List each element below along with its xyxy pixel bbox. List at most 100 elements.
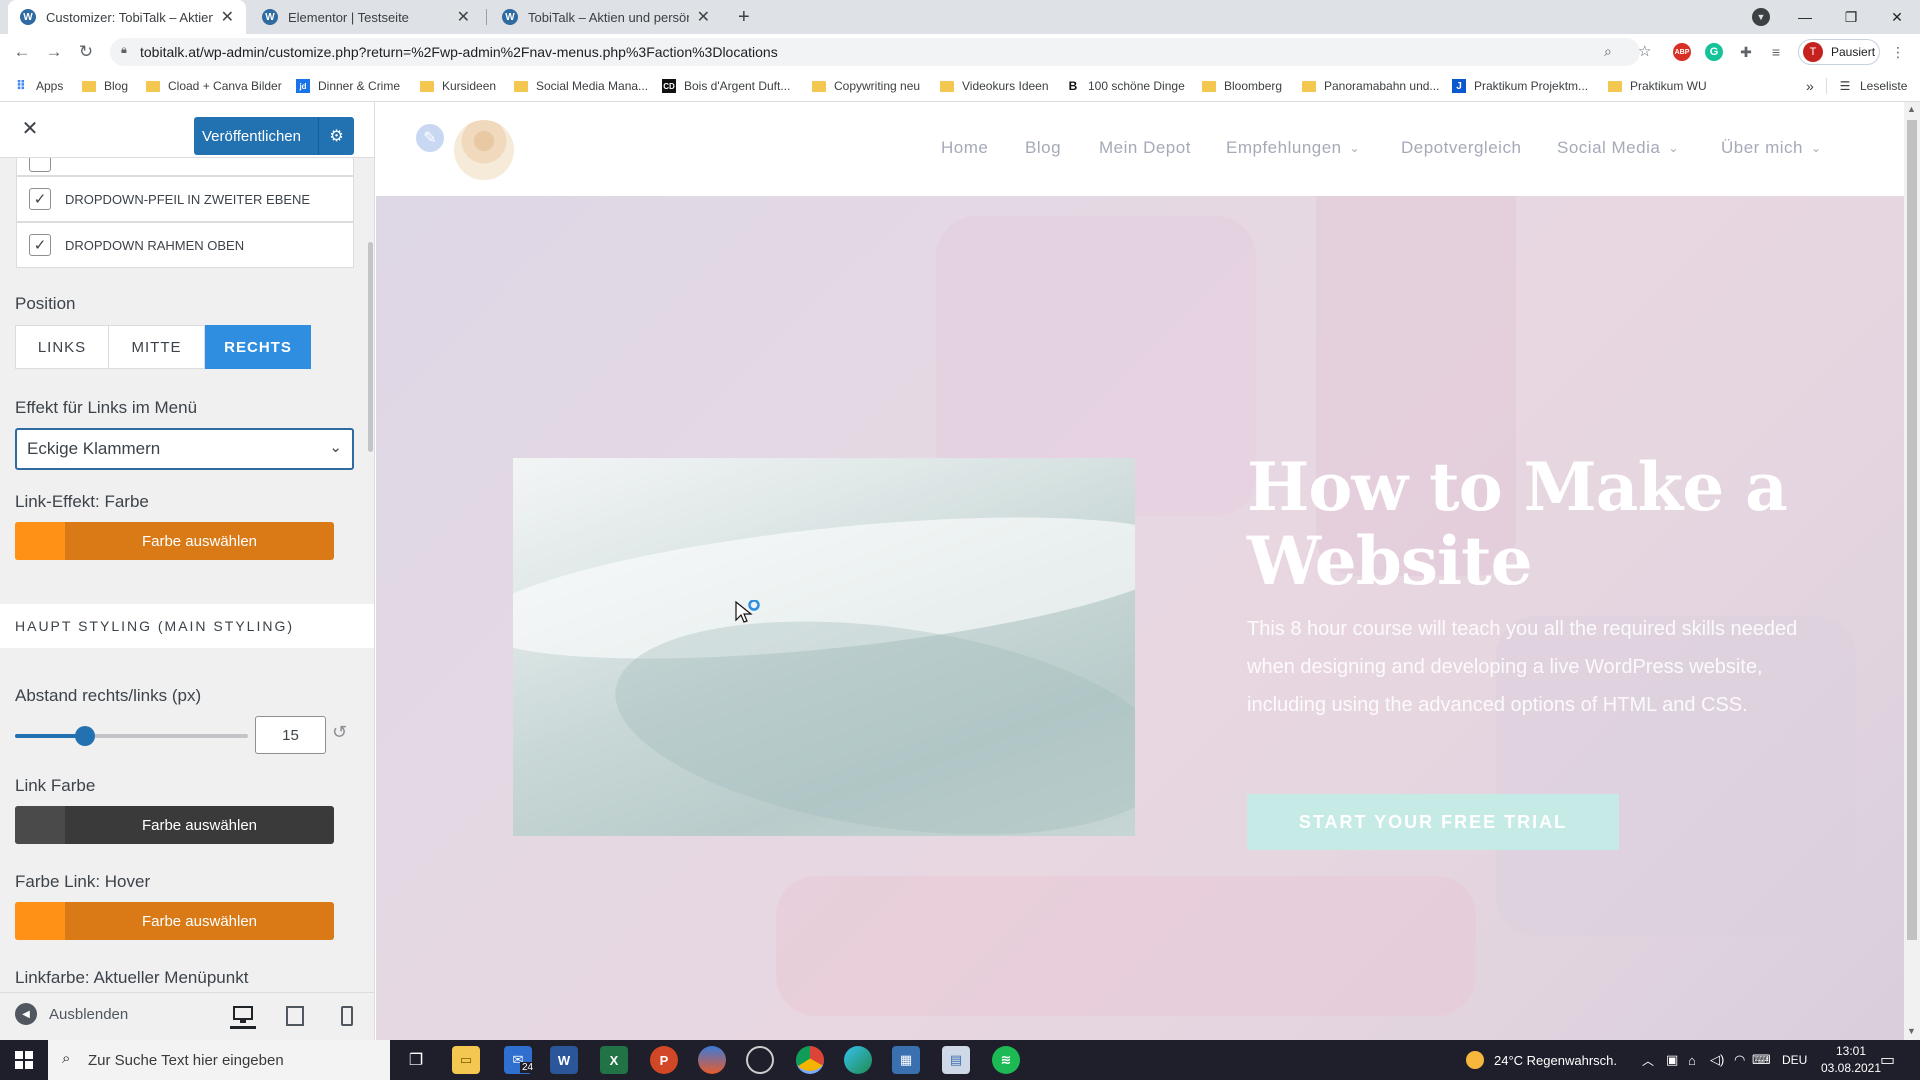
tablet-preview-icon[interactable] [282, 1003, 308, 1029]
chrome-menu-icon[interactable]: ⋮ [1888, 42, 1908, 62]
notifications-icon[interactable]: ▭ [1880, 1040, 1895, 1080]
tab-search-icon[interactable]: ▼ [1752, 8, 1770, 26]
app-window-icon[interactable]: ▦ [892, 1046, 920, 1074]
preview-scrollbar-thumb[interactable] [1907, 120, 1917, 940]
close-tab-icon[interactable]: ✕ [221, 7, 234, 27]
checkbox-dropdown-border-top[interactable]: ✓ Dropdown Rahmen oben [16, 222, 354, 268]
effect-select[interactable]: Eckige Klammern ⌄ [15, 428, 354, 470]
gear-icon[interactable]: ⚙ [318, 117, 354, 155]
scroll-up-icon[interactable]: ▲ [1907, 104, 1916, 114]
nav-home[interactable]: Home [941, 138, 988, 158]
sidebar-scrollbar[interactable] [368, 242, 373, 452]
hover-color-button[interactable]: Farbe auswählen [15, 902, 334, 940]
browser-tab-elementor[interactable]: W Elementor | Testseite ✕ [250, 0, 482, 34]
nav-empfehlungen[interactable]: Empfehlungen ⌄ [1226, 138, 1360, 158]
close-tab-icon[interactable]: ✕ [457, 7, 470, 27]
bookmark-item[interactable]: ⠿ Apps [14, 76, 63, 96]
file-explorer-icon[interactable]: ▭ [452, 1046, 480, 1074]
extensions-puzzle-icon[interactable]: ✚ [1736, 42, 1756, 62]
bookmark-item[interactable]: Blog [82, 76, 128, 96]
profile-button[interactable]: T Pausiert [1798, 39, 1880, 65]
bookmark-item[interactable]: Bloomberg [1202, 76, 1282, 96]
notepad-icon[interactable]: ▤ [942, 1046, 970, 1074]
reset-icon[interactable]: ↺ [332, 722, 354, 748]
nav-blog[interactable]: Blog [1025, 138, 1061, 158]
close-tab-icon[interactable]: ✕ [697, 7, 710, 27]
bookmark-item[interactable]: Kursideen [420, 76, 496, 96]
bookmark-item[interactable]: CD Bois d'Argent Duft... [662, 76, 790, 96]
spacing-slider-thumb[interactable] [74, 726, 95, 746]
publish-button[interactable]: Veröffentlichen ⚙ [194, 117, 354, 155]
link-color-button[interactable]: Farbe auswählen [15, 806, 334, 844]
checkbox-dropdown-arrow-second-level[interactable]: ✓ Dropdown-Pfeil in zweiter Ebene [16, 176, 354, 222]
close-customizer-icon[interactable]: ✕ [18, 116, 42, 140]
bookmark-item[interactable]: Copywriting neu [812, 76, 920, 96]
nav-depotvergleich[interactable]: Depotvergleich [1401, 138, 1521, 158]
clock[interactable]: 13:01 03.08.2021 [1816, 1043, 1886, 1077]
task-view-icon[interactable]: ❐ [402, 1046, 430, 1074]
bookmark-item[interactable]: Videokurs Ideen [940, 76, 1049, 96]
link-effect-color-button[interactable]: Farbe auswählen [15, 522, 334, 560]
powerpoint-icon[interactable]: P [650, 1046, 678, 1074]
grammarly-icon[interactable]: G [1704, 42, 1724, 62]
edge-icon[interactable] [844, 1046, 872, 1074]
forward-icon[interactable]: → [42, 40, 66, 64]
address-bar[interactable]: 🔒︎ tobitalk.at/wp-admin/customize.php?re… [110, 38, 1651, 66]
media-queue-icon[interactable]: ≡ [1766, 42, 1786, 62]
bookmark-item[interactable]: Cload + Canva Bilder [146, 76, 282, 96]
position-option-rechts[interactable]: RECHTS [205, 325, 311, 369]
hide-controls-button[interactable]: ◀ Ausblenden [15, 1003, 128, 1025]
nav-ueber-mich[interactable]: Über mich ⌄ [1721, 138, 1822, 158]
chrome-icon[interactable] [796, 1046, 824, 1074]
bookmark-item[interactable]: Praktikum WU [1608, 76, 1707, 96]
app-icon[interactable] [698, 1046, 726, 1074]
taskbar-search-input[interactable]: ⌕ Zur Suche Text hier eingeben [48, 1040, 390, 1080]
bookmark-item[interactable]: Social Media Mana... [514, 76, 648, 96]
reading-list-button[interactable]: ☰ Leseliste [1838, 76, 1908, 96]
spotify-icon[interactable]: ≋ [992, 1046, 1020, 1074]
back-icon[interactable]: ← [10, 40, 34, 64]
desktop-preview-icon[interactable] [230, 1003, 256, 1029]
hero-video[interactable] [513, 458, 1135, 836]
close-window-icon[interactable]: ✕ [1874, 0, 1920, 34]
obs-icon[interactable] [746, 1046, 774, 1074]
restore-icon[interactable]: ❐ [1828, 0, 1874, 34]
excel-icon[interactable]: X [600, 1046, 628, 1074]
tray-chevron-up-icon[interactable]: ︿ [1642, 1040, 1654, 1080]
spacing-input[interactable]: 15 [255, 716, 326, 754]
bookmark-item[interactable]: J Praktikum Projektm... [1452, 76, 1588, 96]
zoom-icon[interactable]: ⌕ [1604, 43, 1612, 60]
mobile-preview-icon[interactable] [334, 1003, 360, 1029]
bookmarks-overflow-button[interactable]: » [1806, 76, 1814, 96]
new-tab-button[interactable]: + [738, 6, 750, 29]
bookmark-star-icon[interactable]: ☆ [1638, 42, 1651, 60]
bookmark-item[interactable]: Panoramabahn und... [1302, 76, 1439, 96]
position-option-mitte[interactable]: MITTE [108, 325, 205, 369]
scroll-down-icon[interactable]: ▼ [1907, 1026, 1916, 1036]
word-icon[interactable]: W [550, 1046, 578, 1074]
site-logo[interactable] [454, 120, 514, 180]
network-icon[interactable]: ⌂ [1688, 1040, 1696, 1080]
main-styling-heading[interactable]: Haupt Styling (Main Styling) [0, 604, 374, 648]
free-trial-button[interactable]: START YOUR FREE TRIAL [1247, 794, 1619, 850]
checkbox[interactable]: ✓ [29, 234, 51, 256]
wifi-icon[interactable]: ◠ [1734, 1040, 1745, 1080]
browser-tab-tobitalk[interactable]: W TobiTalk – Aktien und persönliche ✕ [490, 0, 722, 34]
bookmark-item[interactable]: B 100 schöne Dinge [1066, 76, 1185, 96]
minimize-icon[interactable]: — [1782, 0, 1828, 34]
reload-icon[interactable]: ↻ [74, 40, 98, 64]
position-option-links[interactable]: LINKS [15, 325, 109, 369]
meet-icon[interactable]: ▣ [1666, 1040, 1678, 1080]
edit-shortcut-pencil-icon[interactable]: ✎ [414, 122, 446, 154]
language-indicator[interactable]: DEU [1782, 1040, 1807, 1080]
nav-mein-depot[interactable]: Mein Depot [1099, 138, 1191, 158]
checkbox[interactable]: ✓ [29, 188, 51, 210]
volume-icon[interactable]: ◁) [1710, 1040, 1724, 1080]
adblock-icon[interactable]: ABP [1672, 42, 1692, 62]
keyboard-icon[interactable]: ⌨ [1752, 1040, 1771, 1080]
weather-widget[interactable]: 24°C Regenwahrsch. [1466, 1040, 1617, 1080]
windows-start-icon[interactable] [0, 1040, 48, 1080]
bookmark-item[interactable]: jd Dinner & Crime [296, 76, 400, 96]
nav-social-media[interactable]: Social Media ⌄ [1557, 138, 1679, 158]
browser-tab-customizer[interactable]: W Customizer: TobiTalk – Aktien un ✕ [8, 0, 246, 34]
